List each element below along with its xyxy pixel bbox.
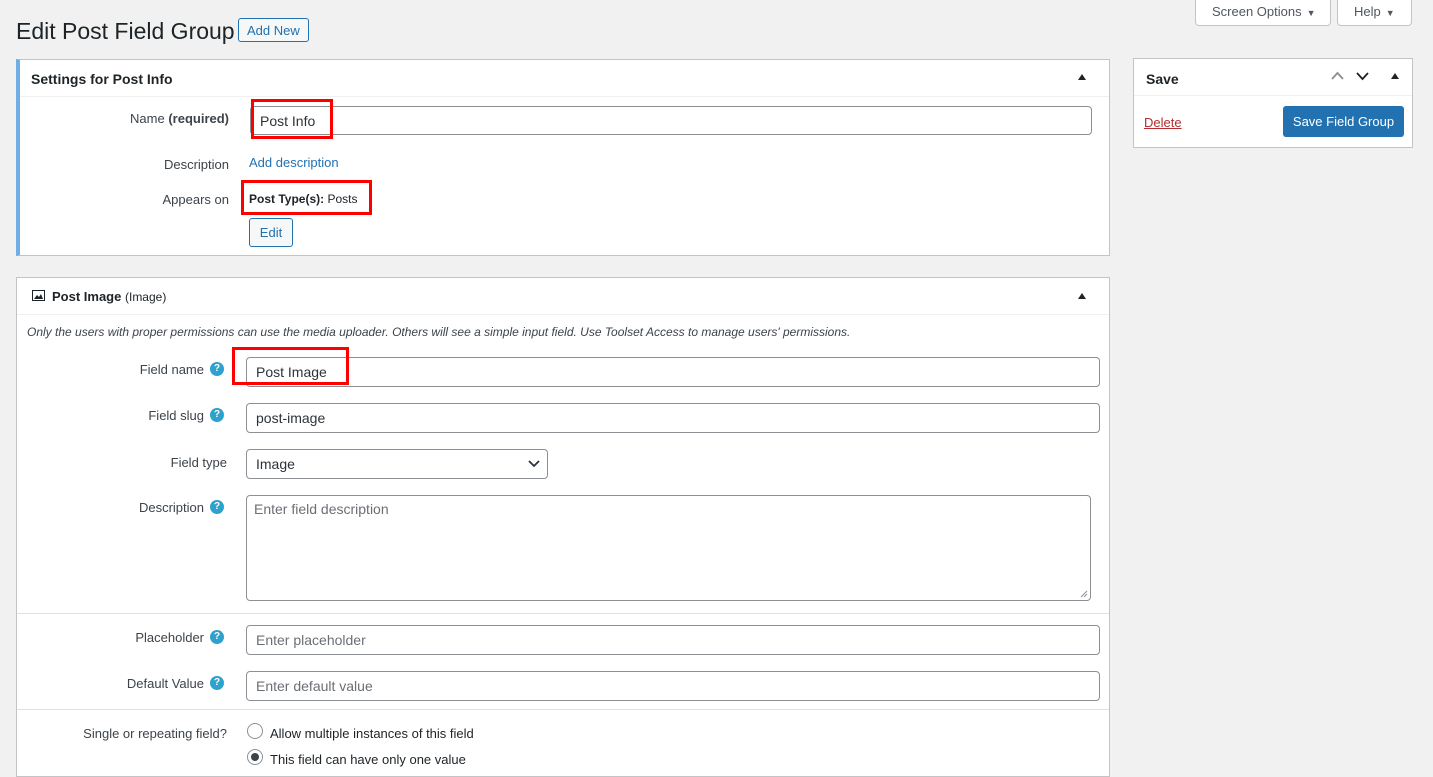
divider xyxy=(17,709,1109,710)
field-description-placeholder: Enter field description xyxy=(254,501,389,517)
placeholder-label: Placeholder xyxy=(135,630,204,645)
settings-postbox: Settings for Post Info Name (required) P… xyxy=(16,59,1110,256)
field-slug-input[interactable]: post-image xyxy=(246,403,1100,433)
delete-link[interactable]: Delete xyxy=(1144,115,1182,130)
save-field-group-button[interactable]: Save Field Group xyxy=(1283,106,1404,137)
help-icon[interactable]: ? xyxy=(210,500,224,514)
highlight-box xyxy=(251,99,333,139)
add-new-button[interactable]: Add New xyxy=(238,18,309,42)
chevron-down-icon xyxy=(528,460,540,468)
save-postbox-header[interactable]: Save xyxy=(1134,59,1412,96)
help-icon[interactable]: ? xyxy=(210,630,224,644)
field-postbox: Post Image (Image) Only the users with p… xyxy=(16,277,1110,777)
highlight-box xyxy=(232,347,349,385)
highlight-box xyxy=(241,180,372,215)
field-name-input[interactable]: Post Image xyxy=(246,357,1100,387)
caret-down-icon: ▼ xyxy=(1306,8,1316,18)
default-value-placeholder: Enter default value xyxy=(256,678,373,694)
add-description-link[interactable]: Add description xyxy=(249,155,339,170)
settings-title: Settings for Post Info xyxy=(31,71,173,87)
help-label: Help xyxy=(1354,4,1381,19)
field-type-value: Image xyxy=(256,456,295,472)
field-description-label: Description xyxy=(138,500,204,515)
field-postbox-header[interactable]: Post Image (Image) xyxy=(17,278,1109,315)
divider xyxy=(17,613,1109,614)
settings-postbox-header[interactable]: Settings for Post Info xyxy=(20,60,1109,97)
name-label: Name (required) xyxy=(130,111,229,126)
field-type-suffix: (Image) xyxy=(124,290,167,304)
collapse-toggle-icon[interactable] xyxy=(1078,74,1086,80)
resize-handle-icon[interactable] xyxy=(1080,590,1088,598)
placeholder-input[interactable]: Enter placeholder xyxy=(246,625,1100,655)
move-up-icon[interactable] xyxy=(1331,71,1344,80)
group-name-input[interactable]: Post Info xyxy=(250,106,1092,135)
description-label: Description xyxy=(163,157,229,172)
caret-down-icon: ▼ xyxy=(1385,8,1395,18)
help-tab[interactable]: Help ▼ xyxy=(1337,0,1412,26)
radio-single-label: This field can have only one value xyxy=(270,752,466,767)
repeating-label: Single or repeating field? xyxy=(83,726,227,741)
radio-multiple-label: Allow multiple instances of this field xyxy=(270,726,474,741)
page-title: Edit Post Field Group xyxy=(16,18,235,44)
permissions-notice: Only the users with proper permissions c… xyxy=(27,325,851,339)
save-title: Save xyxy=(1146,71,1179,87)
field-title: Post Image (Image) xyxy=(52,289,167,304)
field-name-label: Field name xyxy=(139,362,204,377)
field-description-textarea[interactable]: Enter field description xyxy=(246,495,1091,601)
field-slug-value: post-image xyxy=(256,410,326,426)
collapse-toggle-icon[interactable] xyxy=(1078,293,1086,299)
save-postbox: Save Delete Save Field Group xyxy=(1133,58,1413,148)
screen-options-label: Screen Options xyxy=(1212,4,1302,19)
placeholder-input-placeholder: Enter placeholder xyxy=(256,632,366,648)
radio-single[interactable] xyxy=(247,749,263,765)
default-value-input[interactable]: Enter default value xyxy=(246,671,1100,701)
radio-multiple[interactable] xyxy=(247,723,263,739)
help-icon[interactable]: ? xyxy=(210,408,224,422)
required-marker: (required) xyxy=(168,111,229,126)
move-down-icon[interactable] xyxy=(1356,72,1369,81)
screen-options-tab[interactable]: Screen Options ▼ xyxy=(1195,0,1331,26)
image-icon xyxy=(32,290,45,301)
field-slug-label: Field slug xyxy=(148,408,204,423)
default-value-label: Default Value xyxy=(126,676,204,691)
help-icon[interactable]: ? xyxy=(210,676,224,690)
help-icon[interactable]: ? xyxy=(210,362,224,376)
appears-on-label: Appears on xyxy=(162,192,230,207)
field-type-select[interactable]: Image xyxy=(246,449,548,479)
collapse-toggle-icon[interactable] xyxy=(1391,73,1399,79)
edit-button[interactable]: Edit xyxy=(249,218,293,247)
field-type-label: Field type xyxy=(170,455,227,470)
